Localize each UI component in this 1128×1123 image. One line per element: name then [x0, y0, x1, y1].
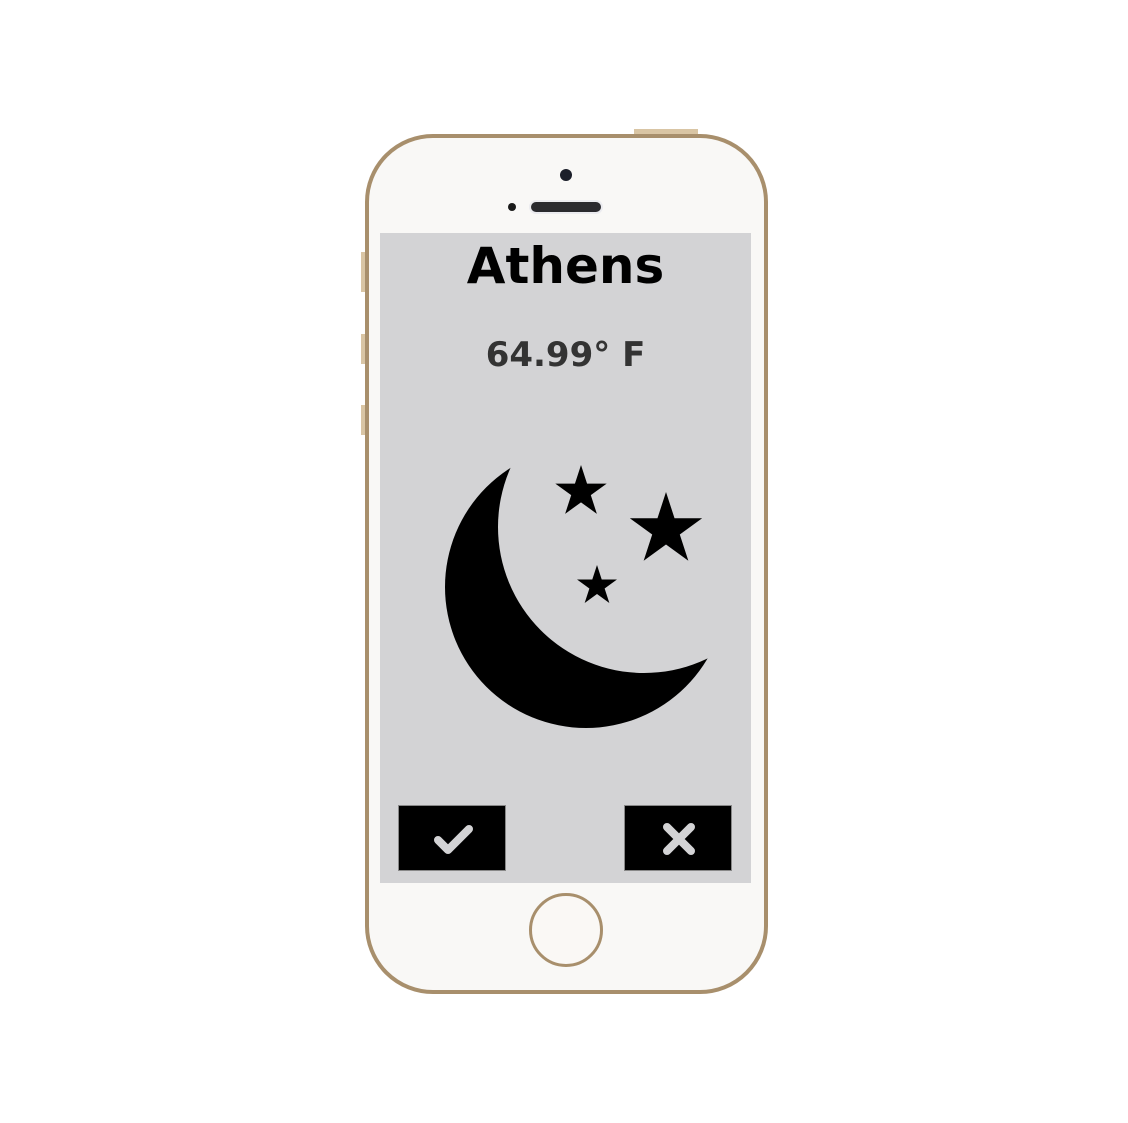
screen: Athens 64.99° F	[380, 233, 751, 883]
proximity-sensor	[508, 203, 516, 211]
moon-stars-icon	[445, 446, 727, 728]
confirm-button[interactable]	[398, 805, 506, 871]
close-icon	[663, 823, 695, 855]
check-icon	[434, 825, 473, 854]
front-camera	[560, 169, 572, 181]
home-button[interactable]	[529, 893, 603, 967]
earpiece-speaker	[531, 202, 601, 212]
cancel-button[interactable]	[624, 805, 732, 871]
